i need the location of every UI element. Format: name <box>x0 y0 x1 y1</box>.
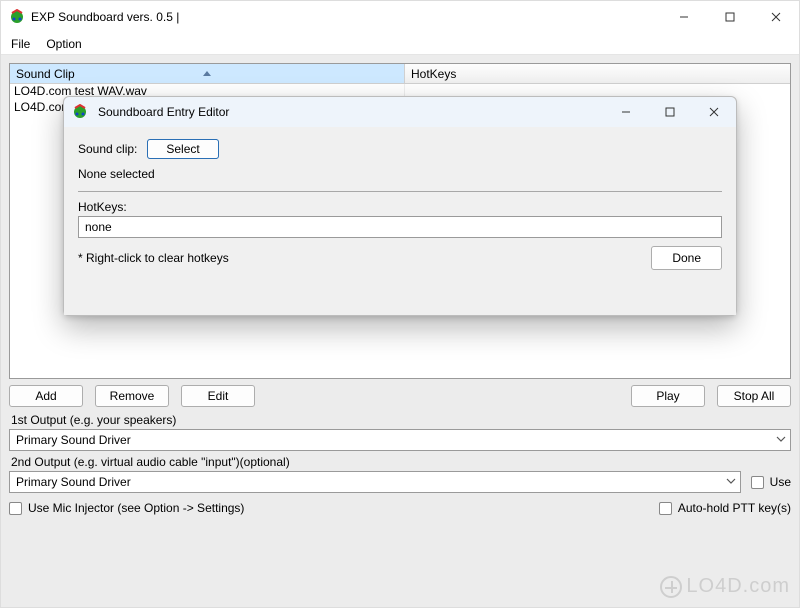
output1-label: 1st Output (e.g. your speakers) <box>9 409 791 429</box>
hotkeys-input[interactable]: none <box>78 216 722 238</box>
dialog-minimize-button[interactable] <box>604 97 648 127</box>
hotkeys-label: HotKeys: <box>78 200 127 214</box>
dialog-close-button[interactable] <box>692 97 736 127</box>
dialog-body: Sound clip: Select None selected HotKeys… <box>64 127 736 315</box>
menu-file[interactable]: File <box>5 35 36 53</box>
entry-editor-dialog: Soundboard Entry Editor Sound clip: Sele… <box>63 96 737 316</box>
done-button[interactable]: Done <box>651 246 722 270</box>
none-selected-text: None selected <box>78 167 155 181</box>
checkbox-icon <box>751 476 764 489</box>
col-sound-label: Sound Clip <box>16 67 75 81</box>
use-label: Use <box>770 475 791 489</box>
dialog-maximize-button[interactable] <box>648 97 692 127</box>
output2-label: 2nd Output (e.g. virtual audio cable "in… <box>9 451 791 471</box>
ptt-checkbox[interactable]: Auto-hold PTT key(s) <box>659 499 791 517</box>
maximize-button[interactable] <box>707 1 753 33</box>
chevron-down-icon <box>726 475 736 489</box>
output1-value: Primary Sound Driver <box>16 433 776 447</box>
dialog-title: Soundboard Entry Editor <box>98 105 229 119</box>
app-icon <box>9 9 25 25</box>
window-title: EXP Soundboard vers. 0.5 | <box>31 10 179 24</box>
app-icon <box>72 104 88 120</box>
menubar: File Option <box>1 33 799 55</box>
edit-button[interactable]: Edit <box>181 385 255 407</box>
soundclip-label: Sound clip: <box>78 142 137 156</box>
menu-option[interactable]: Option <box>40 35 87 53</box>
table-header: Sound Clip HotKeys <box>10 64 790 84</box>
action-buttons: Add Remove Edit Play Stop All <box>9 379 791 409</box>
col-hotkeys-label: HotKeys <box>411 67 456 81</box>
checkbox-icon <box>9 502 22 515</box>
output1-combo[interactable]: Primary Sound Driver <box>9 429 791 451</box>
mic-label: Use Mic Injector (see Option -> Settings… <box>28 501 244 515</box>
divider <box>78 191 722 192</box>
use-output2-checkbox[interactable]: Use <box>751 473 791 491</box>
chevron-down-icon <box>776 433 786 447</box>
dialog-titlebar[interactable]: Soundboard Entry Editor <box>64 97 736 127</box>
select-button[interactable]: Select <box>147 139 218 159</box>
remove-button[interactable]: Remove <box>95 385 169 407</box>
checkbox-icon <box>659 502 672 515</box>
output2-value: Primary Sound Driver <box>16 475 726 489</box>
ptt-label: Auto-hold PTT key(s) <box>678 501 791 515</box>
mic-injector-checkbox[interactable]: Use Mic Injector (see Option -> Settings… <box>9 499 244 517</box>
titlebar: EXP Soundboard vers. 0.5 | <box>1 1 799 33</box>
minimize-button[interactable] <box>661 1 707 33</box>
clear-hint: * Right-click to clear hotkeys <box>78 251 229 265</box>
col-hotkeys[interactable]: HotKeys <box>405 64 790 83</box>
play-button[interactable]: Play <box>631 385 705 407</box>
sort-indicator-icon <box>203 65 211 70</box>
output2-combo[interactable]: Primary Sound Driver <box>9 471 741 493</box>
col-sound-clip[interactable]: Sound Clip <box>10 64 405 83</box>
close-button[interactable] <box>753 1 799 33</box>
stop-all-button[interactable]: Stop All <box>717 385 791 407</box>
add-button[interactable]: Add <box>9 385 83 407</box>
